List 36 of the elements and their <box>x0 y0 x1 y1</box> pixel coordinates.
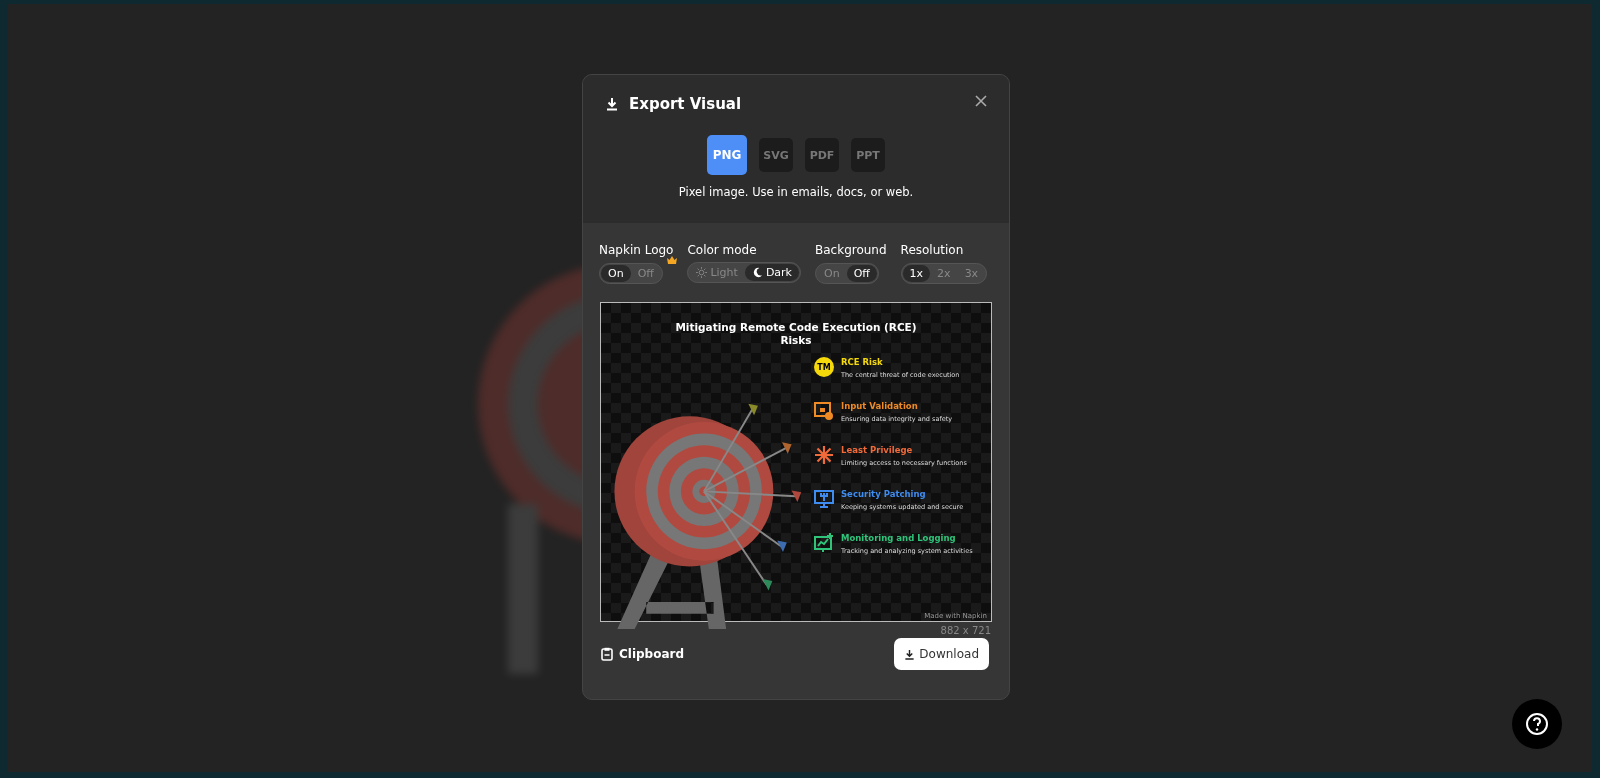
option-label: Color mode <box>687 243 758 257</box>
option-label: Napkin Logo <box>599 243 674 257</box>
item-title: Least Privilege <box>841 445 914 455</box>
option-label: Resolution <box>900 243 965 257</box>
item-title: Input Validation <box>841 401 919 411</box>
clipboard-icon <box>601 647 613 661</box>
segment-option[interactable]: 1x <box>902 265 931 282</box>
segment-option[interactable]: Light <box>689 264 745 281</box>
segment-option[interactable]: Off <box>630 265 661 282</box>
item-title: Monitoring and Logging <box>841 533 957 543</box>
segment-option[interactable]: On <box>601 265 631 282</box>
option-label: Background <box>815 243 887 257</box>
dialog-title: Export Visual <box>629 95 742 113</box>
segment-option[interactable]: On <box>817 265 847 282</box>
help-icon[interactable] <box>1512 699 1562 749</box>
close-icon[interactable] <box>975 95 987 107</box>
segment-option[interactable]: Dark <box>744 264 799 281</box>
item-title: Security Patching <box>841 489 927 499</box>
infographic-title: Mitigating Remote Code Execution (RCE) Risks <box>674 321 918 347</box>
format-description: Pixel image. Use in emails, docs, or web. <box>677 185 915 199</box>
clipboard-button[interactable]: Clipboard <box>601 647 685 661</box>
format-tab[interactable]: SVG <box>759 138 793 172</box>
badge-icon: TM <box>814 357 834 377</box>
download-icon <box>904 648 916 660</box>
segment-option[interactable]: Off <box>846 265 877 282</box>
download-icon <box>605 97 619 111</box>
format-tab[interactable]: PNG <box>707 135 747 175</box>
item-title: RCE Risk <box>841 357 884 367</box>
segment-option[interactable]: 2x <box>930 265 958 282</box>
segment-option[interactable]: 3x <box>957 265 986 282</box>
format-tab[interactable]: PPT <box>851 138 885 172</box>
moon-icon <box>751 267 763 278</box>
download-button[interactable]: Download <box>894 638 989 670</box>
format-tab[interactable]: PDF <box>805 138 839 172</box>
sun-icon <box>696 267 708 278</box>
image-size: 882 x 721 <box>940 625 991 636</box>
